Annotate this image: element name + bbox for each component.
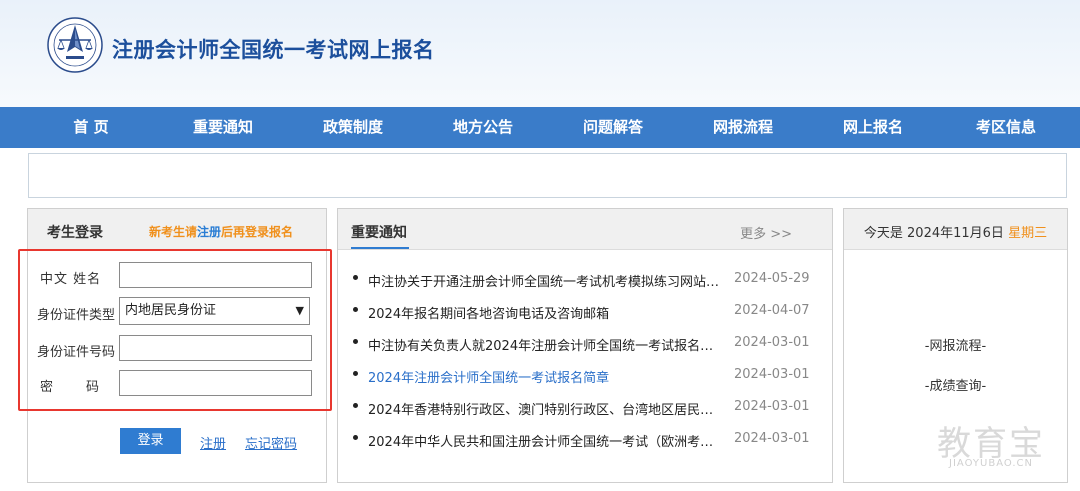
highlight-frame (18, 249, 332, 411)
bullet-icon (353, 339, 358, 344)
bullet-icon (353, 435, 358, 440)
nav-item-online-registration[interactable]: 网上报名 (813, 107, 933, 148)
nav-item-local-announcements[interactable]: 地方公告 (423, 107, 543, 148)
bullet-icon (353, 371, 358, 376)
list-item[interactable]: 2024年注册会计师全国统一考试报名简章 2024-03-01 (353, 367, 823, 387)
bullet-icon (353, 275, 358, 280)
nav-item-faq[interactable]: 问题解答 (553, 107, 673, 148)
register-link[interactable]: 注册 (200, 433, 226, 452)
register-hint: 新考生请注册后再登录报名 (149, 223, 293, 240)
list-item[interactable]: 2024年中华人民共和国注册会计师全国统一考试（欧洲考区... 2024-03-… (353, 431, 823, 451)
site-title: 注册会计师全国统一考试网上报名 (112, 38, 435, 62)
more-link[interactable]: 更多 >> (740, 223, 792, 242)
banner-area (28, 153, 1067, 198)
bullet-icon (353, 307, 358, 312)
news-date: 2024-04-07 (734, 303, 810, 318)
news-title[interactable]: 中注协有关负责人就2024年注册会计师全国统一考试报名相... (368, 335, 723, 354)
hint-register-link[interactable]: 注册 (197, 225, 221, 239)
nav-item-policy[interactable]: 政策制度 (293, 107, 413, 148)
login-title: 考生登录 (47, 225, 103, 241)
news-date: 2024-03-01 (734, 431, 810, 446)
nav-item-home[interactable]: 首 页 (31, 107, 151, 148)
hint-prefix: 新考生请 (149, 225, 198, 239)
notice-title-underline (351, 247, 409, 249)
weekday-text: 星期三 (1008, 226, 1048, 241)
list-item[interactable]: 中注协关于开通注册会计师全国统一考试机考模拟练习网站的公... 2024-05-… (353, 271, 823, 291)
watermark-url: JIAOYUBAO.CN (949, 458, 1033, 469)
login-button[interactable]: 登录 (120, 428, 181, 454)
watermark: 教育宝 JIAOYUBAO.CN (916, 416, 1066, 476)
news-title[interactable]: 中注协关于开通注册会计师全国统一考试机考模拟练习网站的公... (368, 271, 723, 290)
today-text: 今天是 2024年11月6日 (863, 226, 1004, 241)
today-date: 今天是 2024年11月6日 星期三 (844, 222, 1067, 241)
news-date: 2024-03-01 (734, 335, 810, 350)
nav-item-notices[interactable]: 重要通知 (163, 107, 283, 148)
nav-item-process[interactable]: 网报流程 (683, 107, 803, 148)
news-date: 2024-05-29 (734, 271, 810, 286)
nav-item-exam-areas[interactable]: 考区信息 (946, 107, 1066, 148)
news-title[interactable]: 2024年报名期间各地咨询电话及咨询邮箱 (368, 303, 723, 322)
notice-title: 重要通知 (351, 225, 407, 241)
news-title[interactable]: 2024年中华人民共和国注册会计师全国统一考试（欧洲考区... (368, 431, 723, 450)
list-item[interactable]: 2024年香港特别行政区、澳门特别行政区、台湾地区居民及... 2024-03-… (353, 399, 823, 419)
score-query-link[interactable]: -成绩查询- (844, 375, 1067, 394)
hint-suffix: 后再登录报名 (221, 225, 294, 239)
site-header: 注册会计师全国统一考试网上报名 (0, 0, 1080, 107)
news-date: 2024-03-01 (734, 367, 810, 382)
news-date: 2024-03-01 (734, 399, 810, 414)
forgot-password-link[interactable]: 忘记密码 (245, 433, 297, 452)
list-item[interactable]: 中注协有关负责人就2024年注册会计师全国统一考试报名相... 2024-03-… (353, 335, 823, 355)
news-title[interactable]: 2024年香港特别行政区、澳门特别行政区、台湾地区居民及... (368, 399, 723, 418)
process-link[interactable]: -网报流程- (844, 335, 1067, 354)
list-item[interactable]: 2024年报名期间各地咨询电话及咨询邮箱 2024-04-07 (353, 303, 823, 323)
bullet-icon (353, 403, 358, 408)
main-nav: 首 页 重要通知 政策制度 地方公告 问题解答 网报流程 网上报名 考区信息 (0, 107, 1080, 148)
news-title[interactable]: 2024年注册会计师全国统一考试报名简章 (368, 367, 723, 386)
cicpa-emblem-icon[interactable] (46, 16, 104, 74)
